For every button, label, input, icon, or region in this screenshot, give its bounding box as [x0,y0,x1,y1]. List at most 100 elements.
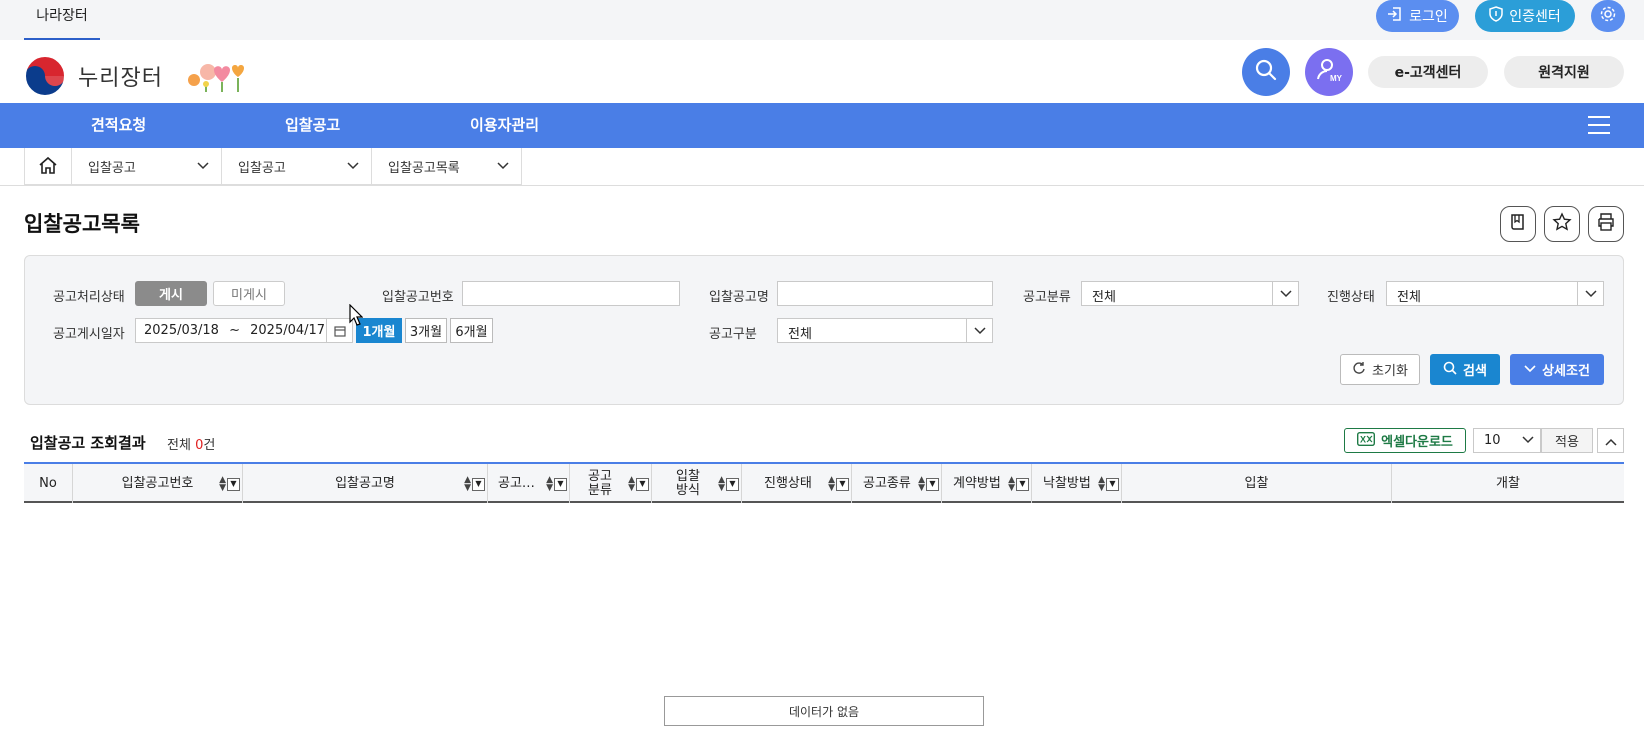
gear-icon [1599,5,1617,27]
gnb-item-bid-notice[interactable]: 입찰공고 [285,103,340,148]
global-navigation: 견적요청 입찰공고 이용자관리 [0,103,1644,148]
chevron-down-icon [1524,362,1536,377]
search-icon [1443,361,1457,379]
notice-number-label: 입찰공고번호 [382,290,454,305]
chevron-down-icon [347,159,359,174]
page-size-select[interactable]: 10 [1473,428,1541,453]
cert-center-label: 인증센터 [1509,9,1561,25]
remote-support-button[interactable]: 원격지원 [1504,56,1624,88]
search-button[interactable] [1242,48,1290,96]
manual-button[interactable] [1500,206,1536,242]
print-button[interactable] [1588,206,1624,242]
filter-dropdown-icon[interactable]: ▼ [554,477,567,491]
my-page-button[interactable]: MY [1305,48,1353,96]
sort-icon[interactable]: ▲ ▼ [1098,476,1105,493]
progress-select[interactable]: 전체 [1386,281,1604,306]
chevron-up-icon [1604,431,1617,450]
sort-icon[interactable]: ▲ ▼ [219,476,226,493]
settings-button[interactable] [1591,0,1625,32]
gnb-item-user-management[interactable]: 이용자관리 [470,103,539,148]
result-grid-header: No 입찰공고번호 ▲ ▼ ▼ 입찰공고명 ▲ ▼ ▼ 공고… ▲ ▼ ▼ 공고 분류 ▲ ▼… [24,462,1624,503]
breadcrumb-item-level1[interactable]: 입찰공고 [72,148,222,185]
filter-dropdown-icon[interactable]: ▼ [1106,477,1119,491]
detail-condition-button[interactable]: 상세조건 [1510,354,1604,385]
column-header-no[interactable]: No [24,464,73,503]
login-button[interactable]: 로그인 [1376,0,1459,32]
my-user-icon: MY [1316,57,1343,87]
home-button[interactable] [24,148,72,185]
reset-label: 초기화 [1372,364,1408,379]
notice-name-label: 입찰공고명 [709,290,769,305]
period-3month-button[interactable]: 3개월 [405,318,447,343]
home-icon [38,155,58,179]
government-emblem-logo[interactable] [24,55,66,97]
period-6month-button[interactable]: 6개월 [450,318,493,343]
result-count: 전체 0건 [167,434,215,453]
column-header-bid-method[interactable]: 입찰 방식 ▲ ▼ ▼ [652,464,742,503]
filter-dropdown-icon[interactable]: ▼ [636,477,649,491]
column-header-progress-status[interactable]: 진행상태 ▲ ▼ ▼ [742,464,852,503]
notice-number-input[interactable] [462,281,680,306]
date-range-input[interactable]: 2025/03/18 ~ 2025/04/17 [135,318,353,343]
filter-dropdown-icon[interactable]: ▼ [472,477,485,491]
login-label: 로그인 [1409,9,1448,25]
hamburger-menu-icon[interactable] [1588,115,1610,135]
result-count-suffix: 건 [203,438,216,453]
column-header-contract-method[interactable]: 계약방법 ▲ ▼ ▼ [942,464,1032,503]
sort-icon[interactable]: ▲ ▼ [828,476,835,493]
status-posted-toggle[interactable]: 게시 [135,281,207,306]
column-header-notice-name[interactable]: 입찰공고명 ▲ ▼ ▼ [243,464,488,503]
sort-icon[interactable]: ▲ ▼ [628,476,635,493]
collapse-button[interactable] [1597,428,1624,453]
shield-icon [1489,6,1503,26]
column-header-bid[interactable]: 입찰 [1122,464,1392,503]
detail-condition-label: 상세조건 [1542,364,1590,379]
sort-icon[interactable]: ▲ ▼ [546,476,553,493]
cert-center-button[interactable]: 인증센터 [1475,0,1575,32]
progress-label: 진행상태 [1327,290,1375,305]
filter-dropdown-icon[interactable]: ▼ [227,477,240,491]
filter-dropdown-icon[interactable]: ▼ [726,477,739,491]
column-header-notice-category[interactable]: 공고 분류 ▲ ▼ ▼ [570,464,652,503]
breadcrumb-item-level3[interactable]: 입찰공고목록 [372,148,522,185]
notice-type-value: 전체 [788,327,812,342]
site-tab-narajangteo[interactable]: 나라장터 [24,0,100,40]
breadcrumb-divider [0,185,1644,186]
column-header-opening[interactable]: 개찰 [1392,464,1624,503]
chevron-down-icon [497,159,509,174]
sort-icon[interactable]: ▲ ▼ [718,476,725,493]
printer-icon [1596,212,1616,236]
category-select[interactable]: 전체 [1081,281,1299,306]
notice-type-select[interactable]: 전체 [777,318,993,343]
column-header-notice-org[interactable]: 공고… ▲ ▼ ▼ [488,464,570,503]
breadcrumb: 입찰공고 입찰공고 입찰공고목록 [24,148,522,185]
filter-dropdown-icon[interactable]: ▼ [1016,477,1029,491]
excel-download-button[interactable]: X 엑셀다운로드 [1344,428,1466,453]
post-date-label: 공고게시일자 [53,327,125,342]
breadcrumb-item-level2[interactable]: 입찰공고 [222,148,372,185]
column-header-award-method[interactable]: 낙찰방법 ▲ ▼ ▼ [1032,464,1122,503]
top-bar: 나라장터 로그인 인증센터 [0,0,1644,40]
search-submit-button[interactable]: 검색 [1430,354,1500,385]
notice-name-input[interactable] [777,281,993,306]
favorite-button[interactable] [1544,206,1580,242]
e-customer-center-button[interactable]: e-고객센터 [1368,56,1488,88]
filter-dropdown-icon[interactable]: ▼ [836,477,849,491]
status-unposted-toggle[interactable]: 미게시 [213,281,285,306]
svg-text:MY: MY [1330,74,1342,83]
reset-button[interactable]: 초기화 [1340,354,1420,385]
search-submit-label: 검색 [1463,364,1487,379]
date-separator: ~ [229,323,240,338]
page-size-value: 10 [1484,433,1501,448]
sort-icon[interactable]: ▲ ▼ [1008,476,1015,493]
column-header-notice-number[interactable]: 입찰공고번호 ▲ ▼ ▼ [73,464,243,503]
category-value: 전체 [1092,290,1116,305]
book-icon [1509,213,1527,235]
apply-page-size-button[interactable]: 적용 [1541,428,1593,453]
sort-icon[interactable]: ▲ ▼ [918,476,925,493]
column-header-notice-kind[interactable]: 공고종류 ▲ ▼ ▼ [852,464,942,503]
gnb-item-quote-request[interactable]: 견적요청 [91,103,146,148]
sort-icon[interactable]: ▲ ▼ [464,476,471,493]
filter-dropdown-icon[interactable]: ▼ [926,477,939,491]
chevron-down-icon [197,159,209,174]
